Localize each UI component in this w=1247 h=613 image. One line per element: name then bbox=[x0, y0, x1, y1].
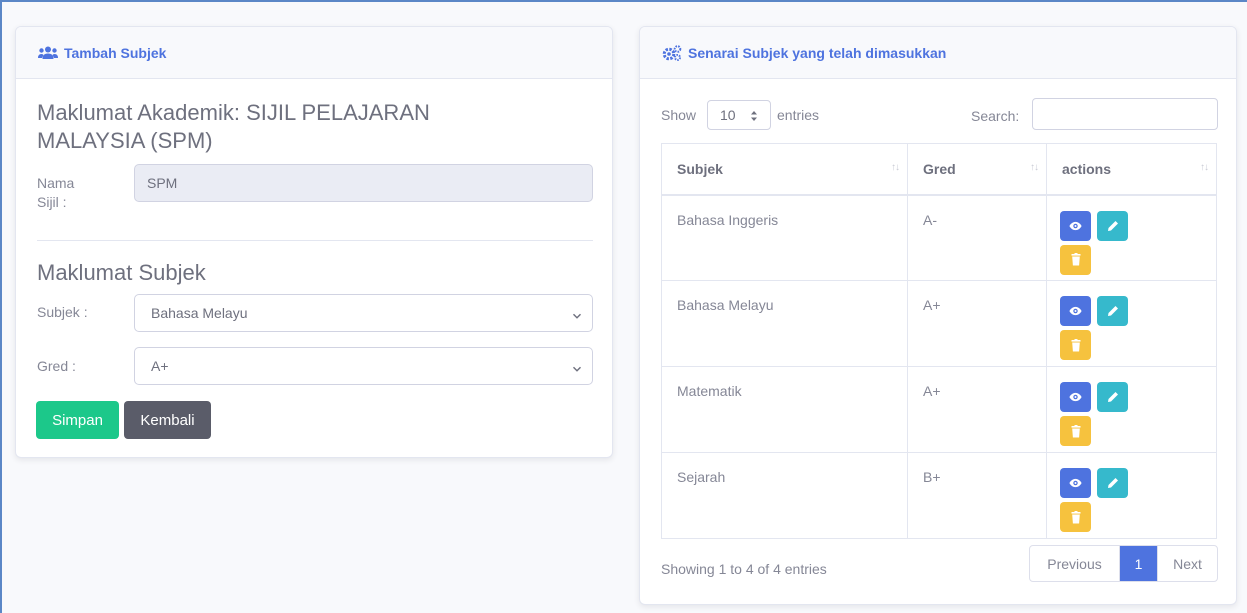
users-icon bbox=[38, 46, 58, 60]
pagination-next[interactable]: Next bbox=[1157, 546, 1217, 581]
subject-table: Subjek ↑↓ Gred ↑↓ actions ↑↓ Bahasa Inggeri… bbox=[661, 143, 1217, 539]
trash-icon bbox=[1071, 424, 1081, 438]
delete-button[interactable] bbox=[1060, 244, 1091, 275]
subject-cell: Bahasa Melayu bbox=[661, 280, 908, 367]
sort-icon: ↑↓ bbox=[1200, 162, 1209, 173]
trash-icon bbox=[1071, 253, 1081, 266]
view-button[interactable] bbox=[1060, 382, 1091, 412]
save-button[interactable]: Simpan bbox=[36, 401, 119, 439]
search-label: Search: bbox=[971, 108, 1020, 124]
pagination: Previous 1 Next bbox=[1029, 545, 1218, 582]
eye-icon bbox=[1069, 306, 1082, 316]
eye-icon bbox=[1069, 221, 1082, 231]
subject-cell: Bahasa Inggeris bbox=[661, 194, 908, 281]
pagination-page-1[interactable]: 1 bbox=[1120, 546, 1157, 581]
grade-cell: A- bbox=[907, 194, 1047, 281]
column-header-actions[interactable]: actions ↑↓ bbox=[1046, 143, 1217, 196]
add-subject-card-title: Tambah Subjek bbox=[64, 44, 167, 61]
pencil-icon bbox=[1107, 305, 1119, 317]
sort-icon: ↑↓ bbox=[891, 162, 900, 173]
actions-cell bbox=[1046, 452, 1217, 539]
chevron-down-icon bbox=[572, 308, 582, 324]
add-subject-card-header: Tambah Subjek bbox=[16, 27, 612, 79]
table-row: Bahasa Inggeris A- bbox=[661, 194, 1217, 281]
chevron-down-icon bbox=[572, 361, 582, 377]
edit-button[interactable] bbox=[1097, 468, 1128, 498]
view-button[interactable] bbox=[1060, 296, 1091, 326]
window-left-border bbox=[0, 0, 2, 613]
subject-info-title: Maklumat Subjek bbox=[37, 260, 206, 285]
column-header-subject[interactable]: Subjek ↑↓ bbox=[661, 143, 908, 196]
entries-length-value: 10 bbox=[720, 107, 736, 123]
table-row: Matematik A+ bbox=[661, 366, 1217, 453]
academic-info-title: Maklumat Akademik: SIJIL PELAJARAN MALAY… bbox=[37, 100, 430, 153]
add-subject-card: Tambah Subjek Maklumat Akademik: SIJIL P… bbox=[15, 26, 613, 458]
subject-cell: Sejarah bbox=[661, 452, 908, 539]
back-button[interactable]: Kembali bbox=[124, 401, 211, 439]
subject-select-value: Bahasa Melayu bbox=[151, 305, 248, 321]
certificate-name-label: Nama Sijil : bbox=[37, 175, 75, 210]
table-info: Showing 1 to 4 of 4 entries bbox=[661, 561, 827, 577]
subject-cell: Matematik bbox=[661, 366, 908, 453]
edit-button[interactable] bbox=[1097, 296, 1128, 326]
pagination-previous[interactable]: Previous bbox=[1030, 546, 1120, 581]
pencil-icon bbox=[1107, 220, 1119, 232]
eye-icon bbox=[1069, 392, 1082, 402]
cogs-icon bbox=[662, 44, 682, 61]
grade-select-value: A+ bbox=[151, 358, 169, 374]
window-top-border bbox=[0, 0, 1247, 2]
sort-icon: ↑↓ bbox=[1030, 162, 1039, 173]
entries-length-select[interactable]: 10 bbox=[707, 100, 771, 130]
trash-icon bbox=[1071, 510, 1081, 524]
subject-select[interactable]: Bahasa Melayu bbox=[134, 294, 593, 332]
pencil-icon bbox=[1107, 477, 1119, 489]
subject-list-card-header: Senarai Subjek yang telah dimasukkan bbox=[640, 27, 1236, 79]
actions-cell bbox=[1046, 366, 1217, 453]
certificate-name-value: SPM bbox=[147, 175, 178, 191]
subject-list-card-title: Senarai Subjek yang telah dimasukkan bbox=[688, 44, 947, 61]
table-row: Bahasa Melayu A+ bbox=[661, 280, 1217, 367]
eye-icon bbox=[1069, 478, 1082, 488]
delete-button[interactable] bbox=[1060, 330, 1091, 360]
trash-icon bbox=[1071, 338, 1081, 352]
grade-select[interactable]: A+ bbox=[134, 347, 593, 385]
delete-button[interactable] bbox=[1060, 416, 1091, 446]
pencil-icon bbox=[1107, 391, 1119, 403]
edit-button[interactable] bbox=[1097, 210, 1128, 241]
edit-button[interactable] bbox=[1097, 382, 1128, 412]
column-header-grade[interactable]: Gred ↑↓ bbox=[907, 143, 1047, 196]
table-row: Sejarah B+ bbox=[661, 452, 1217, 539]
actions-cell bbox=[1046, 194, 1217, 281]
grade-cell: A+ bbox=[907, 280, 1047, 367]
certificate-name-field: SPM bbox=[134, 164, 593, 202]
subject-label: Subjek : bbox=[37, 304, 88, 320]
search-input[interactable] bbox=[1032, 98, 1218, 130]
view-button[interactable] bbox=[1060, 210, 1091, 241]
grade-cell: B+ bbox=[907, 452, 1047, 539]
grade-label: Gred : bbox=[37, 358, 76, 374]
table-header-row: Subjek ↑↓ Gred ↑↓ actions ↑↓ bbox=[661, 143, 1217, 196]
view-button[interactable] bbox=[1060, 468, 1091, 498]
actions-cell bbox=[1046, 280, 1217, 367]
subject-list-card: Senarai Subjek yang telah dimasukkan Sho… bbox=[639, 26, 1237, 605]
section-divider bbox=[37, 240, 593, 241]
show-label: Show bbox=[661, 107, 697, 123]
grade-cell: A+ bbox=[907, 366, 1047, 453]
entries-label: entries bbox=[777, 107, 820, 123]
delete-button[interactable] bbox=[1060, 502, 1091, 532]
sort-updown-icon bbox=[750, 109, 758, 125]
